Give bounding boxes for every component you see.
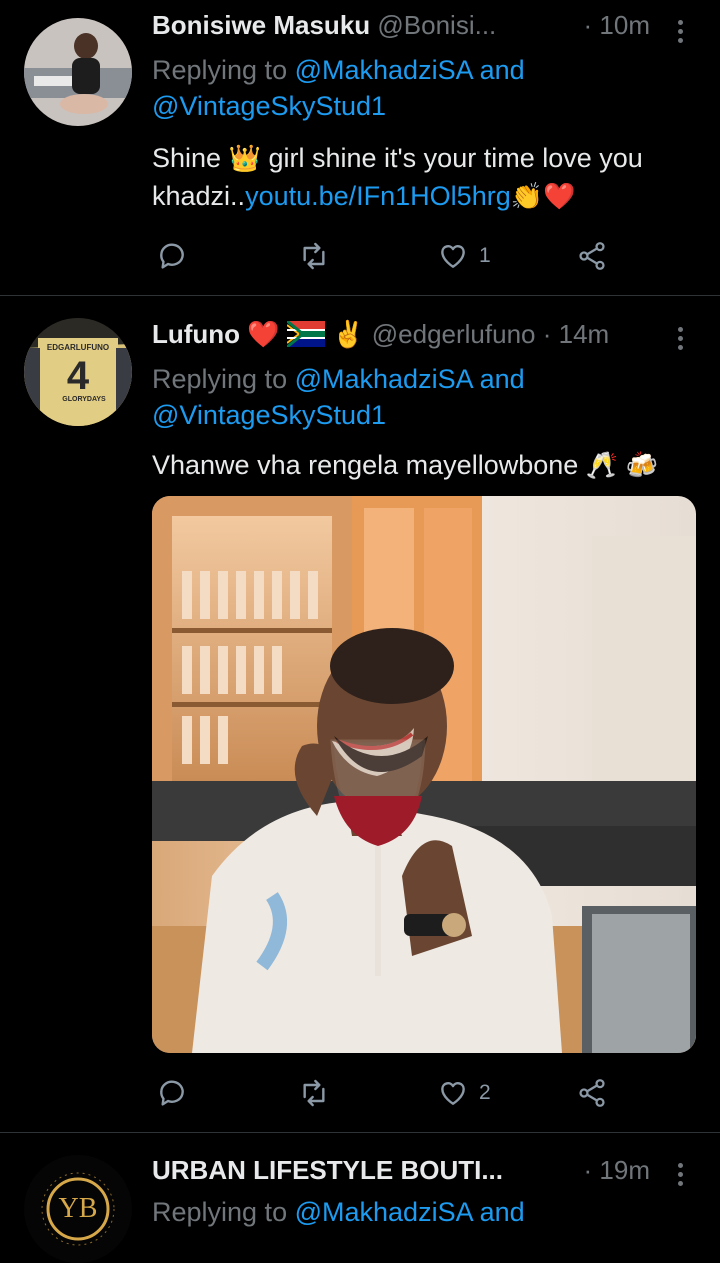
share-button[interactable] bbox=[576, 1073, 608, 1113]
share-icon bbox=[579, 1079, 605, 1107]
replying-to: Replying to @MakhadziSA and bbox=[152, 1194, 696, 1230]
red-heart-emoji: ❤️ bbox=[543, 181, 576, 211]
tweet-bonisiwe[interactable]: Bonisiwe Masuku @Bonisi... · 10m Replyin… bbox=[0, 0, 720, 295]
more-options-icon[interactable] bbox=[674, 323, 686, 353]
tweet-actions: 1 bbox=[152, 236, 696, 276]
replying-prefix: Replying to bbox=[152, 55, 288, 85]
text-part: girl shine it's your time love you bbox=[268, 143, 643, 173]
tweet-header: Lufuno ❤️ ✌️ @edgerlufuno · 14m bbox=[152, 319, 696, 359]
text-part: Vhanwe vha rengela mayellowbone bbox=[152, 450, 579, 480]
like-button[interactable]: 2 bbox=[437, 1073, 491, 1113]
share-button[interactable] bbox=[576, 236, 608, 276]
like-count: 1 bbox=[479, 244, 491, 267]
avatar-photo bbox=[24, 18, 132, 126]
retweet-button[interactable] bbox=[298, 1073, 330, 1113]
more-options-icon[interactable] bbox=[674, 1159, 686, 1189]
tweet-lufuno[interactable]: EDGARLUFUNO 4 GLORYDAYS Lufuno ❤️ ✌️ @ed… bbox=[0, 296, 720, 1132]
timestamp[interactable]: · 14m bbox=[543, 319, 609, 349]
replying-to: Replying to @MakhadziSA and @VintageSkyS… bbox=[152, 52, 696, 124]
crown-emoji: 👑 bbox=[228, 143, 261, 173]
tweet-text: Shine 👑 girl shine it's your time love y… bbox=[152, 139, 696, 215]
tweet-actions: 2 bbox=[152, 1073, 696, 1113]
retweet-button[interactable] bbox=[298, 236, 330, 276]
display-name[interactable]: URBAN LIFESTYLE BOUTI... bbox=[152, 1155, 503, 1185]
youtube-link[interactable]: youtu.be/IFn1HOl5hrg bbox=[245, 181, 511, 211]
tweet-text: Vhanwe vha rengela mayellowbone 🥂 🍻 bbox=[152, 446, 696, 484]
photo-woman-with-wine bbox=[152, 496, 696, 1053]
south-africa-flag-icon bbox=[285, 319, 325, 349]
like-count: 2 bbox=[479, 1081, 491, 1104]
mention-makhadzisa[interactable]: @MakhadziSA bbox=[295, 1197, 473, 1227]
tweet-header: URBAN LIFESTYLE BOUTI... · 19m bbox=[152, 1155, 696, 1195]
text-part: khadzi.. bbox=[152, 181, 246, 211]
retweet-icon bbox=[303, 1079, 325, 1107]
display-name[interactable]: Bonisiwe Masuku bbox=[152, 10, 370, 40]
avatar-jersey-tagline: GLORYDAYS bbox=[62, 396, 106, 403]
avatar-monogram: YB bbox=[58, 1193, 98, 1224]
avatar-jersey-number: 4 bbox=[66, 354, 90, 398]
beer-mugs-emoji: 🍻 bbox=[625, 450, 659, 480]
mention-and[interactable]: and bbox=[480, 1197, 525, 1227]
retweet-icon bbox=[303, 242, 325, 270]
timestamp[interactable]: · 10m bbox=[584, 10, 650, 41]
avatar[interactable] bbox=[24, 18, 132, 126]
share-icon bbox=[579, 242, 605, 270]
like-button[interactable]: 1 bbox=[437, 236, 491, 276]
reply-button[interactable] bbox=[156, 236, 188, 276]
text-part: Shine bbox=[152, 143, 222, 173]
heart-icon bbox=[441, 245, 465, 268]
mention-makhadzisa[interactable]: @MakhadziSA bbox=[295, 364, 473, 394]
replying-to: Replying to @MakhadziSA and @VintageSkyS… bbox=[152, 361, 696, 433]
more-options-icon[interactable] bbox=[674, 16, 686, 46]
display-name[interactable]: Lufuno bbox=[152, 319, 240, 349]
timestamp[interactable]: · 19m bbox=[584, 1155, 650, 1186]
reply-icon bbox=[160, 1080, 184, 1106]
mention-vintageskystud1[interactable]: @VintageSkyStud1 bbox=[152, 400, 386, 430]
mention-makhadzisa[interactable]: @MakhadziSA bbox=[295, 55, 473, 85]
champagne-emoji: 🥂 bbox=[585, 450, 619, 480]
replying-prefix: Replying to bbox=[152, 364, 288, 394]
mention-and[interactable]: and bbox=[480, 55, 525, 85]
mention-and[interactable]: and bbox=[480, 364, 525, 394]
handle[interactable]: @Bonisi... bbox=[377, 10, 496, 40]
tweet-urban-lifestyle[interactable]: YB URBAN LIFESTYLE BOUTI... · 19m Replyi… bbox=[0, 1133, 720, 1263]
tweet-header: Bonisiwe Masuku @Bonisi... · 10m bbox=[152, 10, 696, 50]
clapping-hands-emoji: 👏 bbox=[510, 181, 544, 211]
avatar[interactable]: YB bbox=[24, 1155, 132, 1263]
handle[interactable]: @edgerlufuno bbox=[372, 319, 536, 349]
avatar-jersey-name: EDGARLUFUNO bbox=[46, 343, 110, 352]
mention-vintageskystud1[interactable]: @VintageSkyStud1 bbox=[152, 91, 386, 121]
replying-prefix: Replying to bbox=[152, 1197, 288, 1227]
reply-button[interactable] bbox=[156, 1073, 188, 1113]
tweet-photo[interactable] bbox=[152, 496, 696, 1053]
heart-icon bbox=[441, 1082, 465, 1105]
red-heart-emoji: ❤️ bbox=[247, 319, 280, 349]
victory-hand-emoji: ✌️ bbox=[332, 319, 365, 349]
avatar[interactable]: EDGARLUFUNO 4 GLORYDAYS bbox=[24, 318, 132, 426]
reply-icon bbox=[160, 243, 184, 269]
